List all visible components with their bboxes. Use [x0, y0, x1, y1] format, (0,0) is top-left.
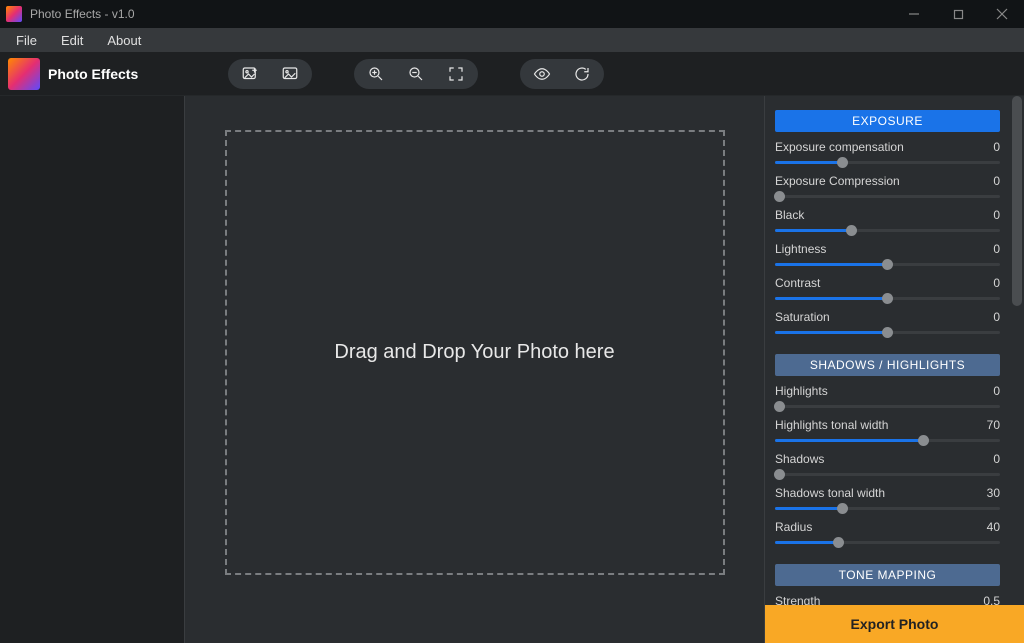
slider-thumb[interactable] [846, 225, 857, 236]
zoom-out-icon[interactable] [398, 60, 434, 88]
zoom-in-icon[interactable] [358, 60, 394, 88]
slider-label: Highlights [775, 384, 828, 398]
slider-thumb[interactable] [837, 503, 848, 514]
slider-label: Black [775, 208, 804, 222]
canvas-area: Drag and Drop Your Photo here [185, 96, 764, 643]
maximize-button[interactable] [936, 0, 980, 28]
slider-thumb[interactable] [882, 259, 893, 270]
slider-track[interactable] [775, 292, 1000, 304]
app-icon [6, 6, 22, 22]
slider-value: 0 [993, 384, 1000, 398]
eye-icon[interactable] [524, 60, 560, 88]
slider-row: Contrast 0 [775, 276, 1000, 304]
slider-thumb[interactable] [774, 469, 785, 480]
slider-row: Black 0 [775, 208, 1000, 236]
slider-value: 0 [993, 452, 1000, 466]
slider-label: Shadows [775, 452, 824, 466]
slider-thumb[interactable] [882, 293, 893, 304]
slider-value: 30 [987, 486, 1000, 500]
slider-value: 0 [993, 242, 1000, 256]
slider-row: Exposure Compression 0 [775, 174, 1000, 202]
slider-label: Highlights tonal width [775, 418, 888, 432]
slider-track[interactable] [775, 400, 1000, 412]
slider-label: Radius [775, 520, 812, 534]
panel-content: EXPOSUREExposure compensation0Exposure C… [765, 96, 1010, 605]
dropzone-text: Drag and Drop Your Photo here [334, 341, 614, 364]
dropzone[interactable]: Drag and Drop Your Photo here [225, 130, 725, 575]
slider-track[interactable] [775, 434, 1000, 446]
fullscreen-icon[interactable] [438, 60, 474, 88]
refresh-icon[interactable] [564, 60, 600, 88]
brand-text: Photo Effects [48, 66, 138, 82]
slider-label: Saturation [775, 310, 830, 324]
slider-value: 70 [987, 418, 1000, 432]
slider-thumb[interactable] [774, 401, 785, 412]
scrollbar[interactable] [1010, 96, 1024, 605]
slider-track[interactable] [775, 258, 1000, 270]
window-title: Photo Effects - v1.0 [30, 7, 892, 21]
slider-row: Shadows 0 [775, 452, 1000, 480]
toolbar: Photo Effects [0, 52, 1024, 96]
slider-row: Strength 0.5 [775, 594, 1000, 605]
window-controls [892, 0, 1024, 28]
slider-label: Lightness [775, 242, 826, 256]
slider-label: Shadows tonal width [775, 486, 885, 500]
image-icon[interactable] [272, 60, 308, 88]
menubar: File Edit About [0, 28, 1024, 52]
slider-label: Exposure compensation [775, 140, 904, 154]
slider-label: Contrast [775, 276, 820, 290]
slider-value: 0 [993, 276, 1000, 290]
scrollbar-thumb[interactable] [1012, 96, 1022, 306]
section-header[interactable]: EXPOSURE [775, 110, 1000, 132]
slider-row: Exposure compensation 0 [775, 140, 1000, 168]
slider-track[interactable] [775, 502, 1000, 514]
slider-value: 0 [993, 174, 1000, 188]
slider-value: 0.5 [983, 594, 1000, 605]
tool-group-import [228, 59, 312, 89]
brand: Photo Effects [8, 58, 138, 90]
slider-thumb[interactable] [882, 327, 893, 338]
slider-track[interactable] [775, 190, 1000, 202]
slider-thumb[interactable] [833, 537, 844, 548]
slider-row: Lightness 0 [775, 242, 1000, 270]
slider-thumb[interactable] [774, 191, 785, 202]
left-sidebar [0, 96, 185, 643]
titlebar: Photo Effects - v1.0 [0, 0, 1024, 28]
slider-track[interactable] [775, 326, 1000, 338]
slider-row: Highlights tonal width 70 [775, 418, 1000, 446]
export-button[interactable]: Export Photo [765, 605, 1024, 643]
section-header[interactable]: TONE MAPPING [775, 564, 1000, 586]
brand-icon [8, 58, 40, 90]
slider-label: Strength [775, 594, 820, 605]
close-button[interactable] [980, 0, 1024, 28]
menu-about[interactable]: About [95, 31, 153, 50]
section-header[interactable]: SHADOWS / HIGHLIGHTS [775, 354, 1000, 376]
slider-value: 0 [993, 140, 1000, 154]
tool-group-view [520, 59, 604, 89]
menu-edit[interactable]: Edit [49, 31, 95, 50]
minimize-button[interactable] [892, 0, 936, 28]
slider-label: Exposure Compression [775, 174, 900, 188]
slider-row: Saturation 0 [775, 310, 1000, 338]
main-area: Drag and Drop Your Photo here EXPOSURE Ex… [0, 96, 1024, 643]
slider-track[interactable] [775, 224, 1000, 236]
slider-thumb[interactable] [918, 435, 929, 446]
slider-track[interactable] [775, 468, 1000, 480]
slider-track[interactable] [775, 536, 1000, 548]
slider-value: 0 [993, 208, 1000, 222]
slider-value: 0 [993, 310, 1000, 324]
slider-value: 40 [987, 520, 1000, 534]
slider-row: Radius 40 [775, 520, 1000, 548]
slider-thumb[interactable] [837, 157, 848, 168]
tool-group-zoom [354, 59, 478, 89]
side-panel: EXPOSUREExposure compensation0Exposure C… [764, 96, 1024, 643]
slider-row: Shadows tonal width 30 [775, 486, 1000, 514]
slider-track[interactable] [775, 156, 1000, 168]
add-image-icon[interactable] [232, 60, 268, 88]
slider-row: Highlights 0 [775, 384, 1000, 412]
menu-file[interactable]: File [4, 31, 49, 50]
